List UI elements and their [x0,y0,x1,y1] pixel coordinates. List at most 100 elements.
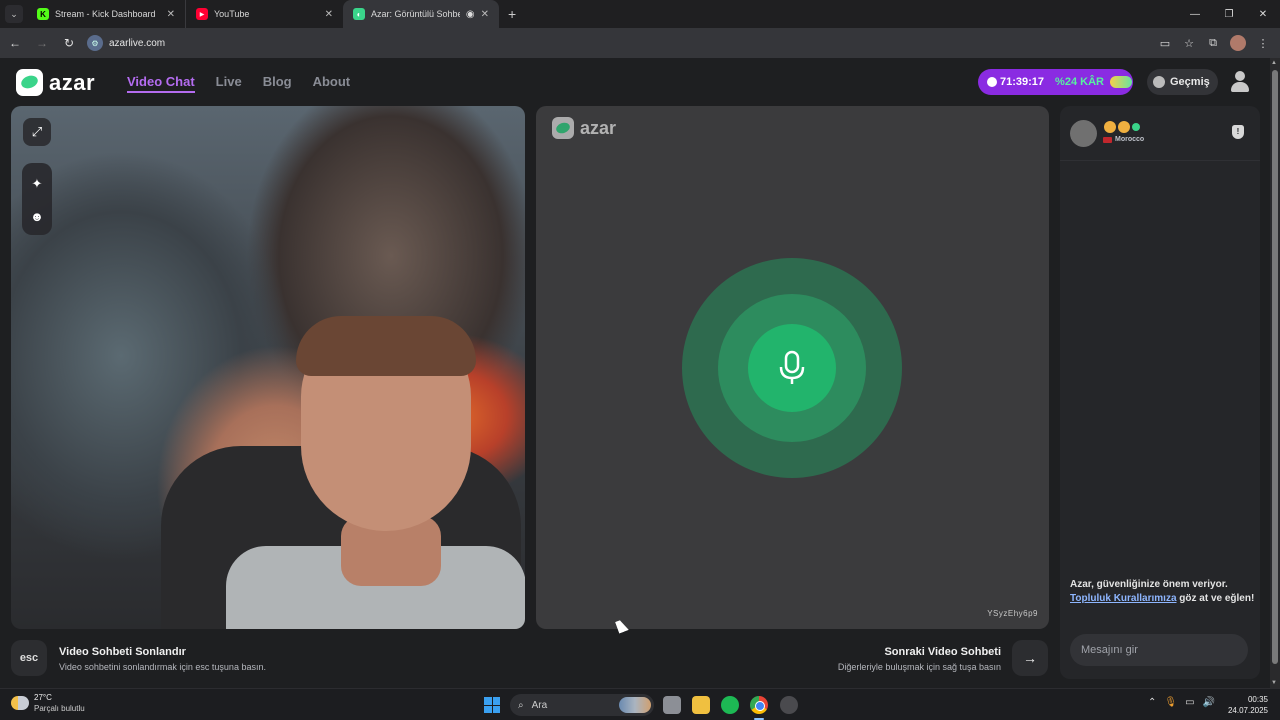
end-chat-title: Video Sohbeti Sonlandır [59,646,186,658]
azar-icon: ◐ [353,8,365,20]
extensions-icon[interactable]: ⧉ [1202,31,1224,55]
partner-avatar[interactable] [1070,120,1097,147]
close-icon[interactable]: ✕ [167,9,175,20]
partner-watermark-logo: azar [552,117,616,139]
app-icon[interactable] [780,696,798,714]
close-window-icon[interactable]: ✕ [1246,0,1280,28]
tab-kick-dashboard[interactable]: K Stream - Kick Dashboard ✕ [27,0,185,28]
back-icon[interactable]: ← [3,31,27,55]
self-camera-view: ⤢ ✦ ☻ [11,106,525,629]
forward-icon[interactable]: → [30,31,54,55]
spotify-icon[interactable] [721,696,739,714]
microphone-icon [779,350,805,384]
youtube-icon: ▶ [196,8,208,20]
gems-icon [1109,76,1132,88]
weather-condition: Parçalı bulutlu [34,704,85,713]
volume-icon[interactable]: 🔊 [1203,697,1215,708]
search-highlight-image [619,697,651,713]
mic-in-use-icon[interactable]: 🎙 [1164,697,1177,708]
clock-icon [987,77,997,87]
azar-logo-icon [16,69,43,96]
search-icon: ⌕ [518,699,524,711]
site-info-icon[interactable]: ⚙ [87,35,103,51]
history-button[interactable]: Geçmiş [1147,69,1218,95]
taskbar-clock[interactable]: 00:35 24.07.2025 [1228,694,1268,716]
expand-icon[interactable]: ⤢ [23,118,51,146]
history-label: Geçmiş [1170,76,1210,88]
message-input[interactable]: Mesajını gir [1070,634,1248,666]
safety-notice: Azar, güvenliğinize önem veriyor. Toplul… [1070,578,1256,606]
country-name: Morocco [1115,136,1145,143]
emoji-icon [1118,121,1130,133]
new-tab-button[interactable]: + [508,6,516,22]
windows-start-icon[interactable] [484,697,500,713]
site-header: azar Video Chat Live Blog About 71:39:17… [0,58,1270,106]
community-rules-link[interactable]: Topluluk Kurallarımıza [1070,593,1177,604]
minimize-icon[interactable]: — [1178,0,1212,28]
partner-emojis [1104,121,1140,133]
partner-video-view: azar YSyzEhy6p9 [536,106,1049,629]
page-scrollbar[interactable]: ▲ ▼ [1270,58,1280,688]
search-placeholder: Ara [531,699,548,711]
logo-text: azar [49,69,96,95]
report-shield-icon[interactable]: ! [1232,125,1244,139]
tab-azar[interactable]: ◐ Azar: Görüntülü Sohbet, Art ◉ ✕ [343,0,499,28]
nav-live[interactable]: Live [216,74,242,93]
user-profile-icon[interactable] [1230,70,1250,94]
azar-logo-icon [552,117,574,139]
bookmark-star-icon[interactable]: ☆ [1178,31,1200,55]
tab-label: YouTube [214,9,250,19]
browser-tab-bar: ⌄ K Stream - Kick Dashboard ✕ ▶ YouTube … [0,0,1280,28]
restore-icon[interactable]: ❐ [1212,0,1246,28]
tray-chevron-icon[interactable]: ⌃ [1148,697,1156,708]
partner-header: Morocco ! [1060,106,1260,161]
microphone-indicator [748,324,836,412]
discount-label: %24 KÂR [1055,76,1104,88]
network-icon[interactable]: ▭ [1185,697,1194,708]
url-text[interactable]: azarlive.com [109,38,165,49]
menu-dots-icon[interactable]: ⋮ [1252,31,1274,55]
close-icon[interactable]: ✕ [325,9,333,20]
azar-logo[interactable]: azar [16,69,95,96]
scroll-up-icon[interactable]: ▲ [1271,60,1277,66]
chat-panel: Morocco ! Azar, güvenliğinize önem veriy… [1060,106,1260,679]
next-chat-arrow-button[interactable]: → [1012,640,1048,676]
chrome-icon[interactable] [750,696,768,714]
end-chat-esc-button[interactable]: esc [11,640,47,676]
address-bar: ← → ↻ ⚙ azarlive.com ▭ ☆ ⧉ ⋮ [0,28,1280,58]
watermark-text: azar [580,117,617,138]
file-explorer-icon[interactable] [692,696,710,714]
verified-icon [1132,123,1140,131]
recording-icon: ◉ [465,8,475,20]
reload-icon[interactable]: ↻ [57,31,81,55]
task-view-icon[interactable] [663,696,681,714]
face-filter-icon[interactable]: ☻ [22,201,52,231]
weather-widget[interactable]: 27°C Parçalı bulutlu [11,693,85,713]
weather-temp: 27°C [34,693,52,702]
profile-avatar[interactable] [1230,35,1246,51]
nav-video-chat[interactable]: Video Chat [127,74,195,93]
toolbar-actions: ▭ ☆ ⧉ ⋮ [1154,31,1274,55]
close-icon[interactable]: ✕ [481,9,489,20]
notice-text-end: göz at ve eğlen! [1179,593,1255,604]
scrollbar-thumb[interactable] [1272,70,1278,664]
promo-timer: 71:39:17 [1000,76,1045,88]
sparkle-effects-icon[interactable]: ✦ [22,169,52,199]
history-icon [1153,76,1165,88]
tab-youtube[interactable]: ▶ YouTube ✕ [185,0,343,28]
partner-id: YSyzEhy6p9 [987,609,1038,618]
cast-icon[interactable]: ▭ [1154,31,1176,55]
end-chat-hint: Video sohbetini sonlandırmak için esc tu… [59,662,266,672]
url-field[interactable]: ⚙ azarlive.com [87,31,165,55]
nav-about[interactable]: About [313,74,351,93]
tab-search-button[interactable]: ⌄ [5,5,23,23]
emoji-icon [1104,121,1116,133]
tab-label: Stream - Kick Dashboard [55,9,156,19]
clock-time: 00:35 [1247,695,1268,704]
tab-label: Azar: Görüntülü Sohbet, Art [371,9,460,19]
taskbar-search[interactable]: ⌕ Ara [510,694,654,716]
scroll-down-icon[interactable]: ▼ [1271,680,1277,686]
window-controls: — ❐ ✕ [1178,0,1280,28]
nav-blog[interactable]: Blog [263,74,292,93]
promo-timer-button[interactable]: 71:39:17 %24 KÂR [978,69,1133,95]
